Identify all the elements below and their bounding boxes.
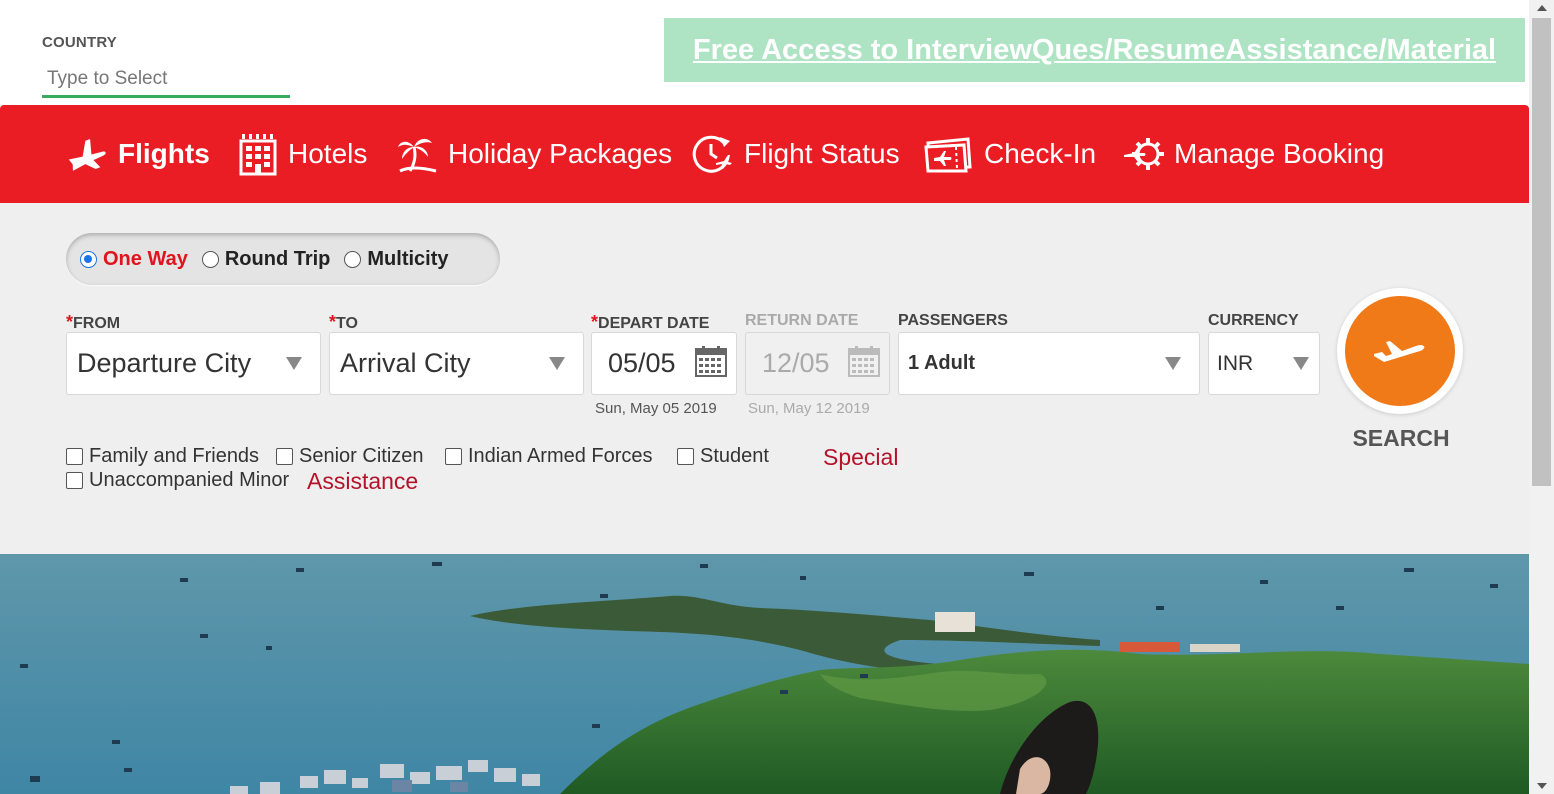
unaccompanied-minor-label: Unaccompanied Minor [89, 469, 290, 491]
multicity-label: Multicity [367, 247, 449, 270]
family-friends-checkbox[interactable] [66, 448, 83, 465]
from-label-text: FROM [73, 315, 121, 332]
nav-holiday-packages-label: Holiday Packages [448, 138, 673, 169]
depart-date-value: 05/05 [608, 348, 676, 378]
chevron-down-icon [1165, 357, 1181, 370]
round-trip-label: Round Trip [224, 247, 331, 270]
depart-date-label: *DEPART DATE [591, 312, 709, 333]
nav-hotels[interactable]: Hotels [238, 105, 367, 203]
student-checkbox[interactable] [677, 448, 694, 465]
main-nav: Flights Hotels Holiday Packages Flight S… [0, 105, 1529, 203]
promo-banner: Free Access to InterviewQues/ResumeAssis… [664, 18, 1525, 82]
to-select[interactable]: Arrival City [329, 332, 584, 395]
required-marker: * [591, 312, 599, 332]
student-option[interactable]: Student [677, 445, 769, 468]
trip-one-way[interactable]: One Way [80, 248, 188, 271]
required-marker: * [66, 312, 74, 332]
unaccompanied-minor-checkbox[interactable] [66, 472, 83, 489]
scrollbar-thumb[interactable] [1532, 18, 1551, 486]
nav-check-in[interactable]: Check-In [924, 105, 1096, 203]
chevron-down-icon [286, 357, 302, 370]
senior-citizen-checkbox[interactable] [276, 448, 293, 465]
trip-type-selector: One Way Round Trip Multicity [66, 233, 500, 285]
nav-flight-status-label: Flight Status [744, 138, 900, 169]
unaccompanied-minor-option[interactable]: Unaccompanied Minor [66, 469, 289, 492]
clock-plane-icon [690, 133, 734, 175]
passengers-value: 1 Adult [908, 352, 976, 374]
palm-tree-icon [396, 133, 438, 175]
student-label: Student [700, 445, 769, 467]
to-label-text: TO [336, 315, 358, 332]
to-value: Arrival City [340, 348, 471, 378]
currency-select[interactable]: INR [1208, 332, 1320, 395]
currency-value: INR [1217, 351, 1254, 375]
family-friends-label: Family and Friends [89, 445, 260, 467]
from-value: Departure City [77, 348, 252, 378]
depart-date-field[interactable]: 05/05 [591, 332, 737, 395]
armed-forces-checkbox[interactable] [445, 448, 462, 465]
search-label: SEARCH [1352, 425, 1450, 451]
hero-image [0, 554, 1529, 794]
nav-check-in-label: Check-In [984, 138, 1097, 169]
search-button-ring [1337, 288, 1463, 414]
chevron-down-icon [549, 357, 565, 370]
plane-icon [66, 135, 108, 173]
nav-flights[interactable]: Flights [66, 105, 210, 203]
armed-forces-option[interactable]: Indian Armed Forces [445, 445, 653, 468]
gear-plane-icon [1122, 133, 1168, 175]
return-date-full: Sun, May 12 2019 [748, 400, 870, 417]
depart-date-label-text: DEPART DATE [598, 315, 710, 332]
senior-citizen-label: Senior Citizen [299, 445, 424, 467]
trip-round-trip[interactable]: Round Trip [201, 247, 331, 271]
from-label: *FROM [66, 312, 120, 333]
family-friends-option[interactable]: Family and Friends [66, 445, 259, 468]
multicity-radio[interactable] [344, 250, 362, 268]
trip-multicity[interactable]: Multicity [344, 247, 449, 271]
airplane-takeoff-icon [1372, 334, 1428, 369]
senior-citizen-option[interactable]: Senior Citizen [276, 445, 424, 468]
passengers-select[interactable]: 1 Adult [898, 332, 1200, 395]
promo-link[interactable]: Free Access to InterviewQues/ResumeAssis… [693, 34, 1496, 67]
calendar-icon[interactable] [848, 345, 880, 384]
to-label: *TO [329, 312, 358, 333]
passengers-label: PASSENGERS [898, 312, 1008, 329]
special-link[interactable]: Special [823, 444, 898, 471]
calendar-icon[interactable] [695, 345, 727, 384]
page: COUNTRY Free Access to InterviewQues/Res… [0, 0, 1554, 794]
nav-holiday-packages[interactable]: Holiday Packages [396, 105, 672, 203]
round-trip-radio[interactable] [201, 250, 219, 268]
vertical-scrollbar[interactable] [1529, 0, 1554, 794]
chevron-down-icon [1293, 357, 1309, 370]
scroll-up-icon[interactable] [1537, 5, 1547, 11]
currency-label: CURRENCY [1208, 312, 1299, 329]
search-button[interactable] [1345, 296, 1455, 406]
scroll-down-icon[interactable] [1537, 783, 1547, 789]
nav-flights-label: Flights [118, 138, 210, 169]
armed-forces-label: Indian Armed Forces [468, 445, 653, 467]
ticket-icon [924, 135, 974, 173]
one-way-radio[interactable] [80, 250, 97, 268]
from-select[interactable]: Departure City [66, 332, 321, 395]
country-label: COUNTRY [42, 34, 118, 51]
nav-hotels-label: Hotels [288, 138, 368, 169]
return-date-field[interactable]: 12/05 [745, 332, 890, 395]
hotel-icon [238, 132, 278, 176]
return-date-value: 12/05 [762, 348, 830, 378]
country-input[interactable] [42, 62, 290, 98]
return-date-label: RETURN DATE [745, 312, 859, 329]
nav-manage-booking-label: Manage Booking [1174, 138, 1385, 169]
one-way-label: One Way [103, 247, 188, 270]
required-marker: * [329, 312, 337, 332]
depart-date-full: Sun, May 05 2019 [595, 400, 717, 417]
nav-manage-booking[interactable]: Manage Booking [1122, 105, 1384, 203]
nav-flight-status[interactable]: Flight Status [690, 105, 900, 203]
assistance-link[interactable]: Assistance [307, 468, 418, 495]
